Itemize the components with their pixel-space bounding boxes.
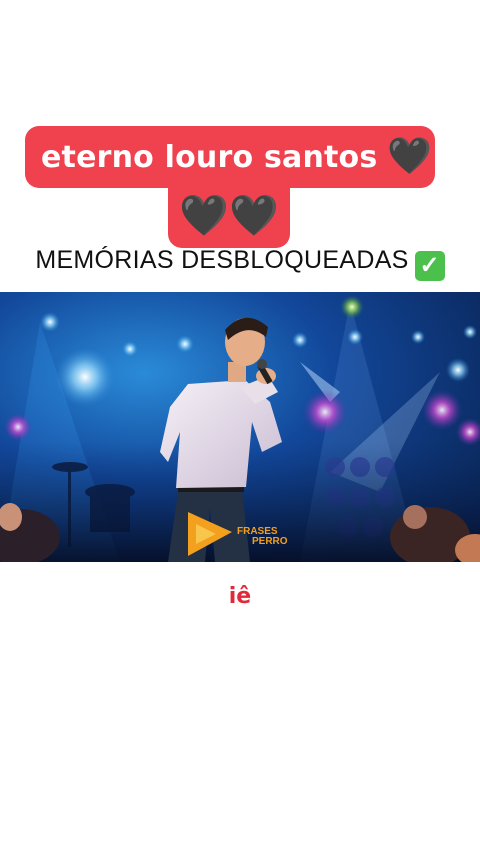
caption-text: eterno louro santos bbox=[41, 139, 378, 175]
check-mark-icon: ✓ bbox=[414, 251, 445, 281]
subtitle-text: MEMÓRIAS DESBLOQUEADAS bbox=[35, 246, 409, 274]
black-hearts-icon: 🖤🖤 bbox=[179, 193, 279, 239]
black-heart-icon: 🖤 bbox=[387, 136, 433, 177]
video-frame[interactable]: FRASES PERRO bbox=[0, 292, 480, 562]
concert-scene: FRASES PERRO bbox=[0, 295, 480, 562]
memories-subtitle: MEMÓRIAS DESBLOQUEADAS ✓ bbox=[0, 246, 480, 281]
caption-box-hearts: 🖤🖤 bbox=[168, 184, 290, 248]
svg-text:PERRO: PERRO bbox=[252, 536, 288, 547]
caption-footer: iê bbox=[228, 584, 252, 609]
caption-box-main: eterno louro santos 🖤 bbox=[25, 126, 435, 188]
